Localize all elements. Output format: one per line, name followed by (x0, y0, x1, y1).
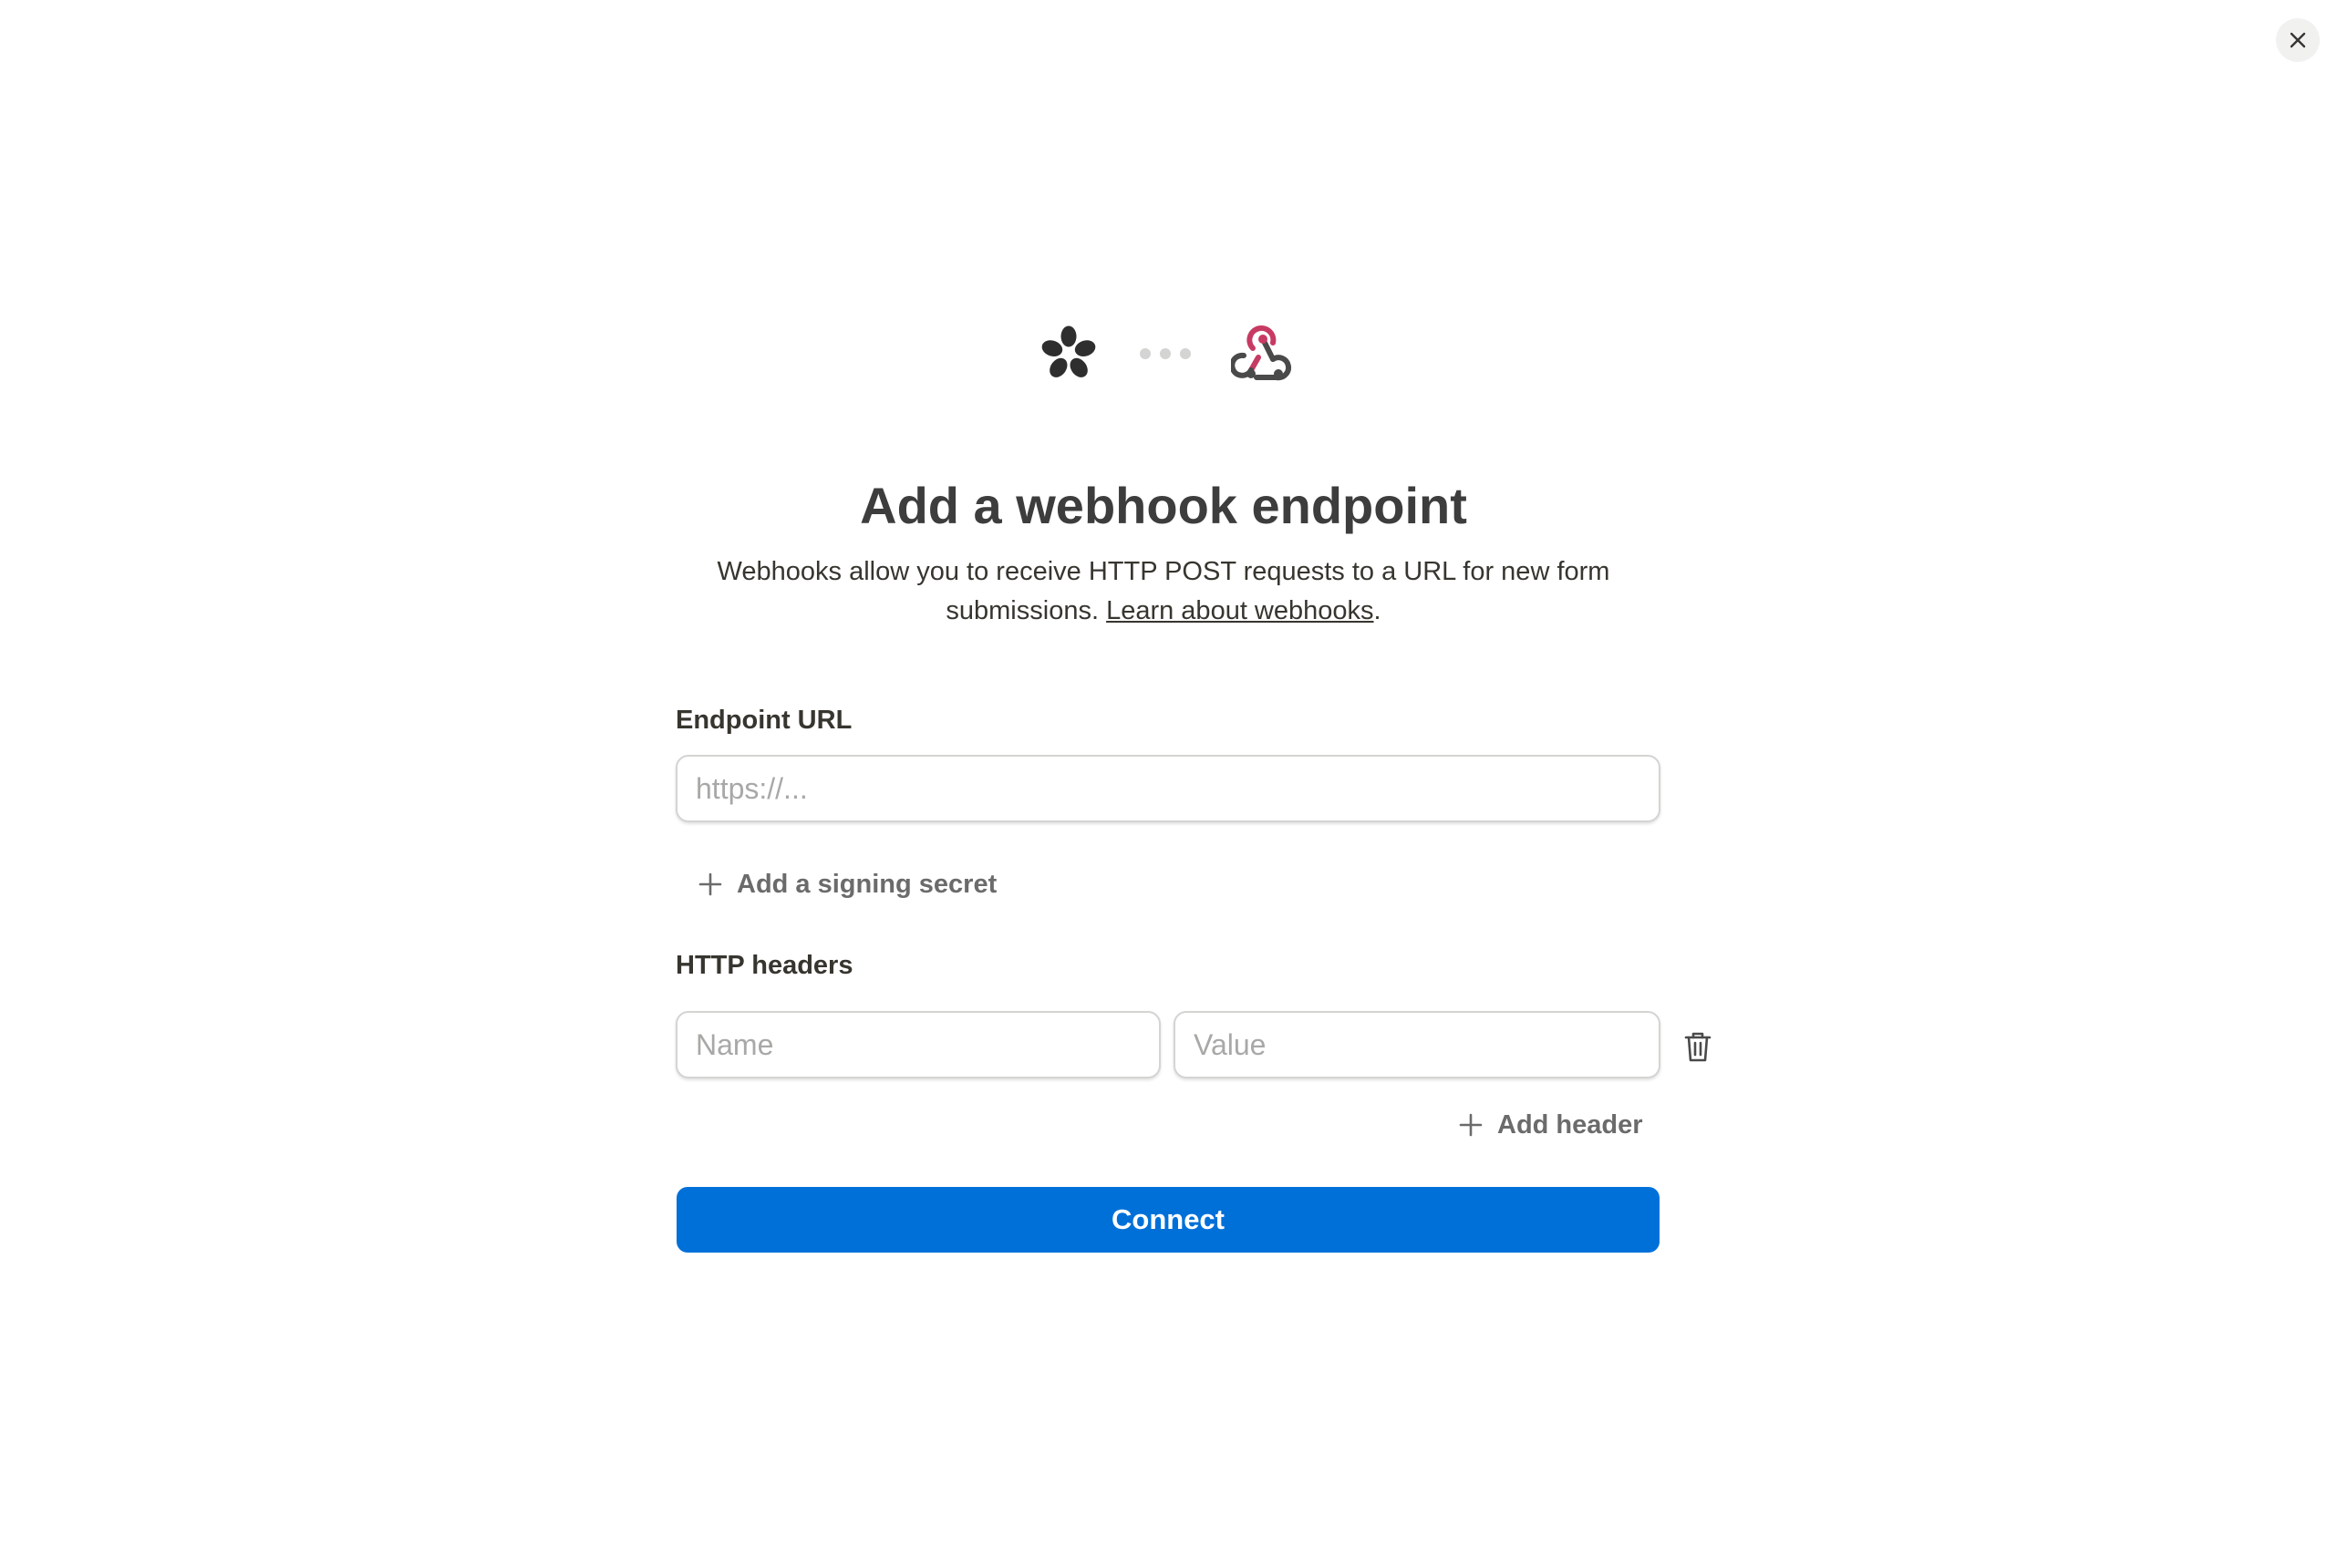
dialog-title: Add a webhook endpoint (860, 477, 1467, 534)
endpoint-url-input[interactable] (676, 755, 1660, 822)
header-name-input[interactable] (676, 1011, 1161, 1078)
add-header-label: Add header (1497, 1110, 1643, 1140)
header-value-input[interactable] (1174, 1011, 1660, 1078)
tally-logo-icon (1041, 325, 1096, 377)
close-icon (2290, 32, 2306, 48)
description-suffix: . (1373, 596, 1381, 625)
dialog-description: Webhooks allow you to receive HTTP POST … (689, 552, 1638, 631)
trash-icon[interactable] (1682, 1030, 1713, 1063)
connect-button[interactable]: Connect (677, 1187, 1660, 1253)
connector-dots (1140, 348, 1191, 359)
add-signing-secret-label: Add a signing secret (737, 870, 998, 899)
add-header-button[interactable]: Add header (1457, 1109, 1643, 1141)
webhook-icon (1231, 325, 1292, 381)
plus-icon (1459, 1113, 1483, 1137)
http-headers-label: HTTP headers (676, 951, 853, 980)
close-button[interactable] (2276, 18, 2320, 62)
integration-icons (0, 321, 2327, 387)
endpoint-url-label: Endpoint URL (676, 706, 853, 735)
add-signing-secret-button[interactable]: Add a signing secret (697, 868, 997, 901)
learn-about-webhooks-link[interactable]: Learn about webhooks (1106, 596, 1373, 625)
plus-icon (698, 872, 722, 896)
